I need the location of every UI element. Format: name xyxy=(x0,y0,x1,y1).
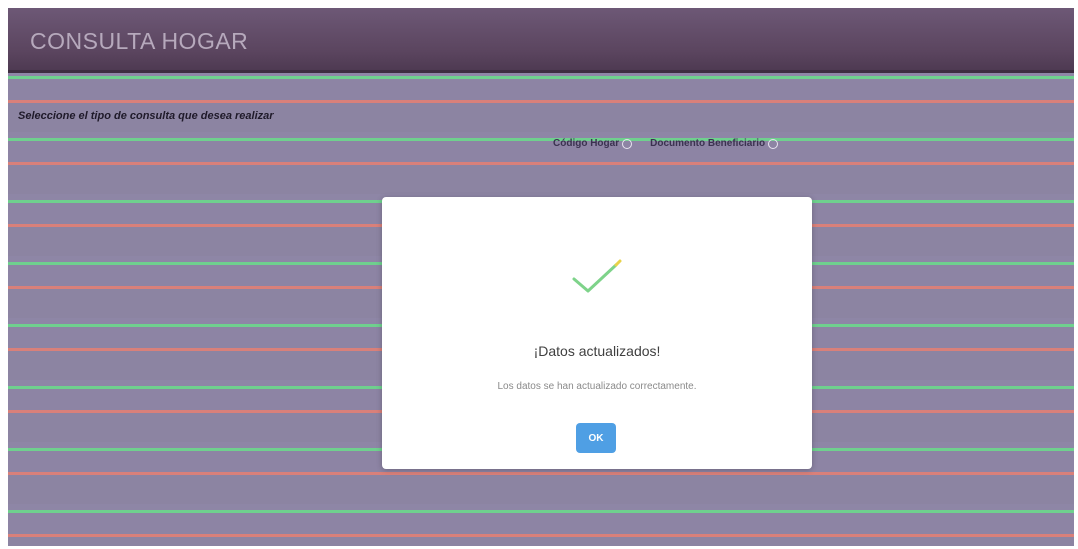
success-dialog: ¡Datos actualizados! Los datos se han ac… xyxy=(382,197,812,469)
dialog-title: ¡Datos actualizados! xyxy=(533,343,661,359)
query-type-options: Código Hogar Documento Beneficiario xyxy=(553,138,779,149)
query-type-prompt: Seleccione el tipo de consulta que desea… xyxy=(18,110,274,122)
app-window: CONSULTA HOGAR Seleccione el tipo de con… xyxy=(8,8,1074,546)
codigo-hogar-radio[interactable] xyxy=(622,138,633,149)
ok-button[interactable]: OK xyxy=(576,423,616,453)
option-codigo-hogar-label: Código Hogar xyxy=(553,138,620,149)
option-documento-beneficiario-label: Documento Beneficiario xyxy=(650,138,766,149)
documento-beneficiario-radio[interactable] xyxy=(768,138,779,149)
option-documento-beneficiario[interactable]: Documento Beneficiario xyxy=(650,138,779,149)
option-codigo-hogar[interactable]: Código Hogar xyxy=(553,138,633,149)
page-title: CONSULTA HOGAR xyxy=(30,28,249,54)
check-icon xyxy=(572,259,622,293)
page-header: CONSULTA HOGAR xyxy=(8,8,1074,73)
dialog-message: Los datos se han actualizado correctamen… xyxy=(497,381,697,392)
